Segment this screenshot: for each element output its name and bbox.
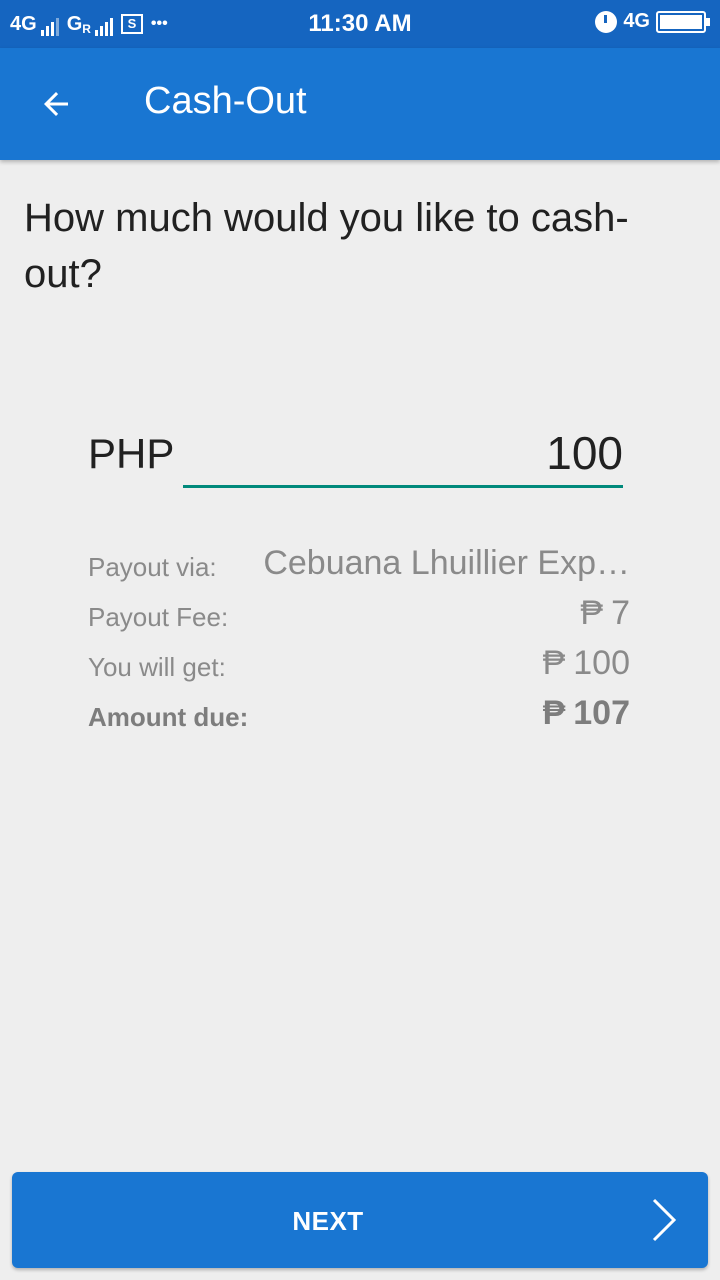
alarm-icon	[595, 10, 618, 33]
network-type-label: 4G	[623, 10, 650, 32]
status-bar-right: 4G	[595, 10, 710, 33]
amount-due-value: 107	[573, 694, 630, 732]
currency-label: PHP	[88, 430, 175, 477]
payout-details: Payout via: Cebuana Lhuillier Exp… Payou…	[88, 540, 630, 740]
back-button[interactable]	[28, 76, 84, 132]
payout-via-value: Cebuana Lhuillier Exp…	[263, 544, 630, 582]
you-will-get-amount: ₱ 100	[543, 644, 630, 683]
next-button[interactable]: NEXT	[12, 1172, 708, 1268]
payout-fee-label: Payout Fee:	[88, 602, 229, 632]
cash-out-question: How much would you like to cash-out?	[24, 196, 629, 296]
chevron-right-icon	[652, 1198, 677, 1242]
status-bar: 4G G R S ••• 11:30 AM 4G	[0, 0, 720, 48]
you-will-get-row: You will get: ₱ 100	[88, 640, 630, 690]
payout-fee-row: Payout Fee: ₱ 7	[88, 590, 630, 640]
amount-due-row: Amount due: ₱ 107	[88, 690, 630, 740]
battery-icon	[656, 10, 710, 33]
arrow-left-icon	[44, 92, 68, 116]
app-bar: Cash-Out	[0, 48, 720, 160]
amount-due-amount: ₱ 107	[543, 694, 630, 733]
payout-via-row: Payout via: Cebuana Lhuillier Exp…	[88, 540, 630, 590]
peso-sign: ₱	[542, 694, 566, 732]
amount-due-label: Amount due:	[88, 702, 249, 732]
peso-sign: ₱	[542, 644, 566, 682]
next-button-label: NEXT	[292, 1206, 364, 1236]
amount-row: PHP	[88, 420, 628, 490]
payout-fee-amount: ₱ 7	[580, 594, 630, 633]
you-will-get-value: 100	[573, 644, 630, 682]
peso-sign: ₱	[580, 594, 604, 632]
payout-via-label: Payout via:	[88, 552, 217, 582]
you-will-get-label: You will get:	[88, 652, 226, 682]
amount-input[interactable]	[183, 420, 623, 488]
payout-fee-value: 7	[611, 594, 630, 632]
page-title: Cash-Out	[144, 80, 307, 122]
